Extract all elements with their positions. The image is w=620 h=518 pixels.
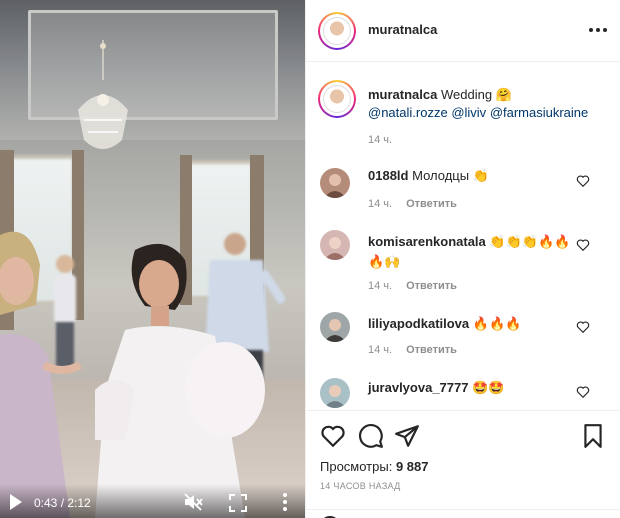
comment-body: Молодцы 👏 — [412, 168, 489, 183]
comment-avatar[interactable] — [320, 312, 350, 342]
heart-icon[interactable] — [576, 174, 590, 188]
comment-icon[interactable] — [358, 423, 384, 449]
comment-meta: 14 ч. Ответить — [368, 344, 457, 356]
comment-avatar[interactable] — [320, 230, 350, 260]
comment-username[interactable]: komisarenkonatala — [368, 234, 486, 249]
comment-username[interactable]: liliyapodkatilova — [368, 316, 469, 331]
comment-time: 14 ч. — [368, 198, 393, 210]
caption-text: muratnalca Wedding 🤗 @natali.rozze @livi… — [368, 86, 608, 122]
views-number: 9 887 — [395, 459, 429, 474]
comment-body: 🔥🔥🔥 — [472, 316, 522, 331]
ceiling — [0, 0, 305, 140]
post-header: muratnalca — [306, 0, 620, 62]
view-count[interactable]: Просмотры: 9 887 — [320, 459, 429, 474]
bride — [95, 243, 265, 518]
post-actions: Просмотры: 9 887 14 часов назад — [306, 410, 620, 518]
reply-button[interactable]: Ответить — [406, 198, 457, 210]
comment-username[interactable]: juravlyova_7777 — [368, 380, 468, 395]
comment-meta: 14 ч. Ответить — [368, 280, 457, 292]
comment-time: 14 ч. — [368, 344, 393, 356]
comment-text: juravlyova_7777 🤩🤩 — [368, 378, 573, 398]
video-time: 0:43 / 2:12 — [34, 496, 91, 510]
reply-button[interactable]: Ответить — [406, 344, 457, 356]
add-comment-bar — [306, 509, 620, 518]
mention-link[interactable]: @liviv — [451, 105, 486, 120]
mention-link[interactable]: @natali.rozze — [368, 105, 448, 120]
video-player[interactable]: 0:43 / 2:12 — [0, 0, 305, 518]
mention-link[interactable]: @farmasiukraine — [490, 105, 588, 120]
caption-avatar[interactable] — [318, 80, 356, 118]
heart-icon[interactable] — [576, 238, 590, 252]
paper-plane-icon[interactable] — [394, 423, 420, 449]
views-label: Просмотры: — [320, 459, 393, 474]
reply-button[interactable]: Ответить — [406, 280, 457, 292]
more-horizontal-icon[interactable] — [588, 20, 608, 40]
comment-meta: 14 ч. Ответить — [368, 198, 457, 210]
fullscreen-icon[interactable] — [229, 494, 247, 512]
comment-username[interactable]: 0188ld — [368, 168, 408, 183]
comment-body: 🤩🤩 — [472, 380, 505, 395]
comment-avatar[interactable] — [320, 378, 350, 408]
author-username[interactable]: muratnalca — [368, 22, 437, 37]
caption-username[interactable]: muratnalca — [368, 87, 437, 102]
video-controls: 0:43 / 2:12 — [0, 484, 305, 518]
chandelier — [78, 40, 128, 149]
comment-time: 14 ч. — [368, 280, 393, 292]
play-icon[interactable] — [8, 492, 24, 512]
comment-text: komisarenkonatala 👏👏👏🔥🔥🔥🙌 — [368, 232, 573, 272]
comments-list[interactable]: muratnalca Wedding 🤗 @natali.rozze @livi… — [306, 62, 620, 410]
author-avatar[interactable] — [318, 12, 356, 50]
heart-icon[interactable] — [576, 385, 590, 399]
post-timestamp[interactable]: 14 часов назад — [320, 481, 401, 491]
comment-avatar[interactable] — [320, 168, 350, 198]
caption-body: Wedding 🤗 — [441, 87, 512, 102]
bookmark-icon[interactable] — [580, 423, 606, 449]
comment-text: liliyapodkatilova 🔥🔥🔥 — [368, 314, 573, 334]
more-vertical-icon[interactable] — [279, 492, 291, 512]
post-sidebar: muratnalca muratnalca Wedding 🤗 @natali.… — [305, 0, 620, 518]
bridesmaid — [0, 231, 82, 518]
caption-time: 14 ч. — [368, 134, 393, 146]
comment-text: 0188ld Молодцы 👏 — [368, 166, 573, 186]
heart-icon[interactable] — [320, 423, 346, 449]
heart-icon[interactable] — [576, 320, 590, 334]
speaker-muted-icon[interactable] — [183, 492, 203, 512]
